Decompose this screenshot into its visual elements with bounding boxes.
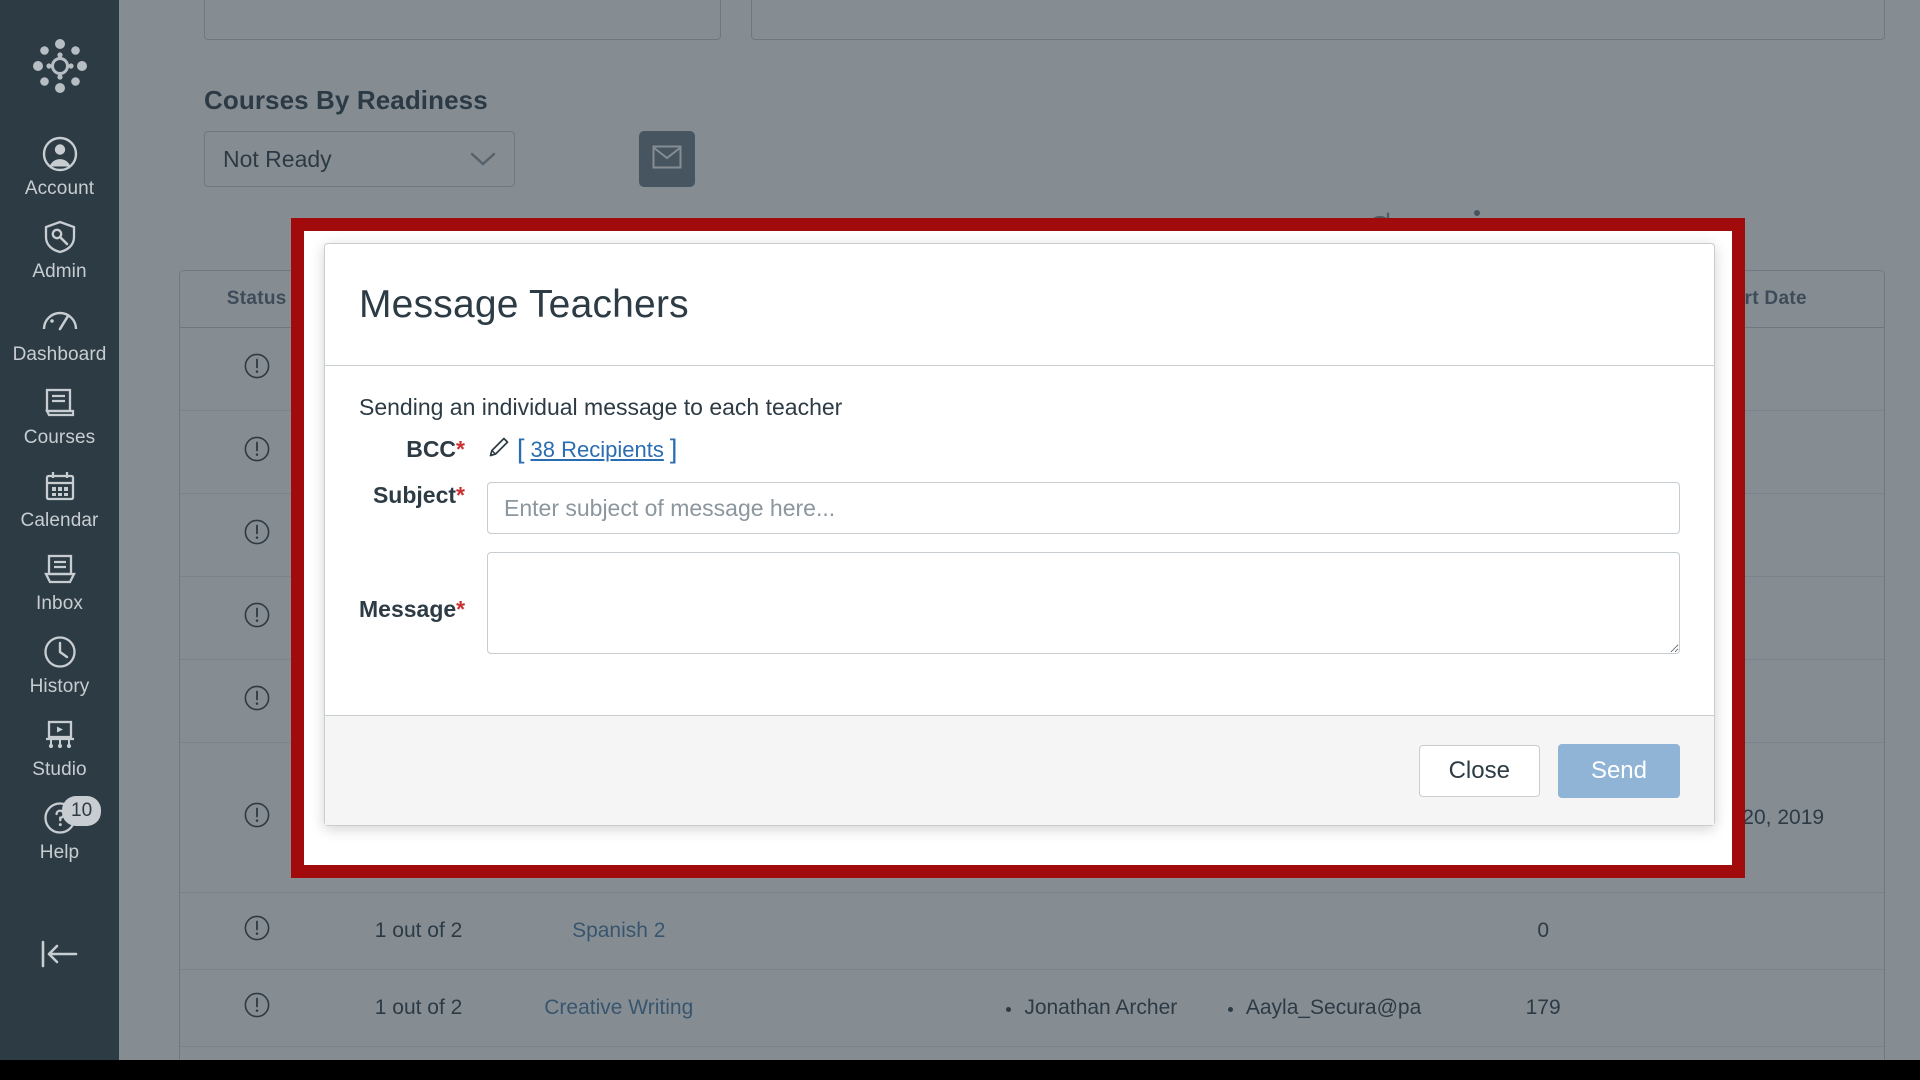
bcc-label: BCC*	[359, 436, 487, 463]
screen: Account Admin Dashboard Courses Calendar	[0, 0, 1920, 1080]
subject-input[interactable]	[487, 482, 1680, 534]
sidebar-item-courses[interactable]: Courses	[0, 377, 119, 460]
sidebar-item-studio[interactable]: Studio	[0, 709, 119, 792]
sidebar-item-label: Dashboard	[12, 344, 107, 365]
message-field	[487, 552, 1680, 659]
sidebar-item-admin[interactable]: Admin	[0, 211, 119, 294]
sidebar-item-inbox[interactable]: Inbox	[0, 543, 119, 626]
sidebar-item-label: Courses	[23, 427, 96, 448]
pencil-icon	[487, 435, 511, 464]
sidebar-item-dashboard[interactable]: Dashboard	[0, 294, 119, 377]
help-badge: 10	[62, 796, 102, 826]
sidebar-item-label: Calendar	[20, 510, 99, 531]
subject-field	[487, 482, 1680, 534]
message-label-text: Message	[359, 596, 457, 622]
global-navigation: Account Admin Dashboard Courses Calendar	[0, 0, 119, 1060]
clock-icon	[41, 633, 79, 671]
bcc-field: [ 38 Recipients ]	[487, 435, 1680, 464]
subject-label: Subject*	[359, 482, 487, 509]
collapse-nav-icon[interactable]	[36, 937, 84, 976]
dialog-body: Sending an individual message to each te…	[325, 366, 1714, 715]
sidebar-item-account[interactable]: Account	[0, 128, 119, 211]
inbox-tray-icon	[41, 550, 79, 588]
book-icon	[41, 384, 79, 422]
canvas-logo-icon[interactable]	[24, 30, 96, 102]
bracket-close: ]	[669, 434, 678, 464]
sidebar-item-label: Help	[39, 842, 80, 863]
sidebar-item-calendar[interactable]: Calendar	[0, 460, 119, 543]
required-marker: *	[456, 596, 466, 622]
sidebar-item-help[interactable]: 10 Help	[0, 792, 119, 875]
required-marker: *	[456, 436, 465, 462]
subject-label-text: Subject	[372, 482, 457, 508]
sidebar-item-label: Studio	[32, 759, 87, 780]
sidebar-item-label: Inbox	[36, 593, 83, 614]
dialog-intro-text: Sending an individual message to each te…	[359, 394, 843, 420]
message-label: Message*	[359, 552, 487, 623]
bracket-open: [	[517, 434, 525, 464]
message-teachers-dialog: Message Teachers Sending an individual m…	[324, 243, 1715, 826]
dialog-footer: Close Send	[325, 715, 1714, 825]
shield-wrench-icon	[41, 218, 79, 256]
message-row: Message*	[359, 552, 1680, 659]
dialog-title: Message Teachers	[359, 282, 689, 326]
studio-screen-icon	[41, 716, 79, 754]
calendar-icon	[41, 467, 79, 505]
required-marker: *	[456, 482, 465, 508]
close-button[interactable]: Close	[1418, 744, 1540, 797]
sidebar-item-label: Account	[24, 178, 95, 199]
dialog-header: Message Teachers	[325, 244, 1714, 366]
gauge-icon	[41, 301, 79, 339]
send-button[interactable]: Send	[1557, 743, 1680, 798]
bcc-row: BCC* [ 38 Recipients ]	[359, 435, 1680, 464]
message-textarea[interactable]	[487, 552, 1680, 654]
bcc-label-text: BCC	[406, 436, 457, 462]
subject-row: Subject*	[359, 482, 1680, 534]
user-circle-icon	[41, 135, 79, 173]
sidebar-item-history[interactable]: History	[0, 626, 119, 709]
recipients-link[interactable]: 38 Recipients	[531, 437, 664, 463]
sidebar-item-label: Admin	[32, 261, 87, 282]
sidebar-item-label: History	[29, 676, 90, 697]
